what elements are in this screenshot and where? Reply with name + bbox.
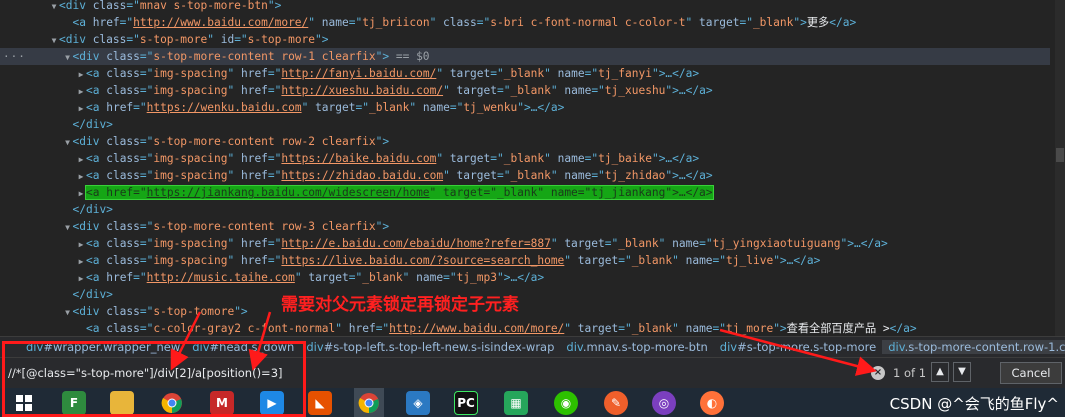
dom-node-line[interactable]: <a href="http://www.baidu.com/more/" nam… [0, 14, 1050, 31]
collapse-triangle-icon[interactable]: ▼ [49, 0, 59, 15]
breadcrumb-item[interactable]: div.mnav.s-top-more-btn [560, 340, 713, 354]
collapse-triangle-icon[interactable]: ▼ [49, 32, 59, 49]
chrome-active-icon[interactable] [354, 388, 384, 417]
dom-node-line[interactable]: ▶ <a class="img-spacing" href="http://xue… [0, 82, 1050, 99]
dom-node-line[interactable]: <a class="c-color-gray2 c-font-normal" h… [0, 320, 1050, 336]
expand-triangle-icon[interactable]: ▶ [76, 270, 86, 287]
next-match-button[interactable]: ▼ [953, 362, 971, 382]
app-purple-icon[interactable]: ◎ [652, 391, 676, 415]
collapse-triangle-icon[interactable]: ▼ [63, 49, 73, 66]
expand-triangle-icon[interactable]: ▶ [76, 168, 86, 185]
expand-triangle-icon[interactable]: ▶ [76, 83, 86, 100]
expand-triangle-icon[interactable]: ▶ [76, 185, 86, 202]
breadcrumb-item[interactable]: div#s-top-more.s-top-more [714, 340, 882, 354]
collapse-triangle-icon[interactable]: ▼ [63, 219, 73, 236]
annotation-text: 需要对父元素锁定再锁定子元素 [281, 295, 519, 315]
clear-search-icon[interactable]: × [871, 366, 885, 380]
app-green2-icon[interactable]: ▦ [504, 391, 528, 415]
dom-node-line[interactable]: ▼ <div class="s-top-more" id="s-top-more"… [0, 31, 1050, 48]
collapse-triangle-icon[interactable]: ▼ [63, 304, 73, 321]
expand-triangle-icon[interactable]: ▶ [76, 151, 86, 168]
dom-node-line[interactable]: </div> [0, 116, 1050, 133]
dom-node-line[interactable]: ··· ▼ <div class="s-top-more-content row-1… [0, 48, 1050, 65]
expand-triangle-icon[interactable]: ▶ [76, 66, 86, 83]
wechat-icon[interactable]: ◉ [554, 391, 578, 415]
dom-node-line[interactable]: </div> [0, 286, 1050, 303]
dom-node-line[interactable]: ▶ <a class="img-spacing" href="http://fan… [0, 65, 1050, 82]
dom-node-line[interactable]: ▶ <a href="http://music.taihe.com" target… [0, 269, 1050, 286]
breadcrumb-item[interactable]: div#s-top-left.s-top-left-new.s-isindex-… [300, 340, 560, 354]
dom-node-line[interactable]: ▶ <a href="https://jiankang.baidu.com/wid… [0, 184, 1050, 201]
more-actions-icon[interactable]: ··· [3, 48, 26, 65]
annotation-red-box [2, 341, 306, 417]
scroll-thumb[interactable] [1056, 148, 1064, 162]
chevron-up-icon: ▲ [936, 366, 944, 377]
breadcrumb-item[interactable]: div.s-top-more-content.row-1.clearfix [882, 340, 1065, 354]
expand-triangle-icon[interactable]: ▶ [76, 236, 86, 253]
app-pycharm-icon[interactable]: PC [454, 391, 478, 415]
match-count: 1 of 1 [893, 366, 927, 380]
dom-node-line[interactable]: ▶ <a href="https://wenku.baidu.com" targe… [0, 99, 1050, 116]
expand-triangle-icon[interactable]: ▶ [76, 100, 86, 117]
app-orange-icon[interactable]: ◣ [308, 391, 332, 415]
highlighted-match: <a href="https://jiankang.baidu.com/wide… [85, 185, 714, 200]
dom-node-line[interactable]: ▶ <a class="img-spacing" href="https://li… [0, 252, 1050, 269]
dom-node-line[interactable]: </div> [0, 201, 1050, 218]
previous-match-button[interactable]: ▲ [931, 362, 949, 382]
chevron-down-icon: ▼ [958, 366, 966, 377]
tree-scrollbar[interactable] [1055, 0, 1065, 336]
dom-node-line[interactable]: ▶ <a class="img-spacing" href="http://e.b… [0, 235, 1050, 252]
dom-node-line[interactable]: ▶ <a class="img-spacing" href="https://ba… [0, 150, 1050, 167]
dom-node-line[interactable]: ▼ <div class="s-top-tomore"> [0, 303, 1050, 320]
expand-triangle-icon[interactable]: ▶ [76, 253, 86, 270]
dom-node-line[interactable]: ▼ <div class="mnav s-top-more-btn"> [0, 0, 1050, 14]
dom-node-line[interactable]: ▶ <a class="img-spacing" href="https://zh… [0, 167, 1050, 184]
csdn-watermark: CSDN @^会飞的鱼Fly^ [889, 395, 1059, 413]
app-vscode-icon[interactable]: ◈ [406, 391, 430, 415]
elements-panel: ▼ <div class="mnav s-top-more-btn"> <a hre… [0, 0, 1065, 336]
dom-node-line[interactable]: ▼ <div class="s-top-more-content row-3 cl… [0, 218, 1050, 235]
app-feather-icon[interactable]: ✎ [604, 391, 628, 415]
cancel-button[interactable]: Cancel [1000, 362, 1062, 384]
collapse-triangle-icon[interactable]: ▼ [63, 134, 73, 151]
firefox-icon[interactable]: ◐ [700, 391, 724, 415]
dom-node-line[interactable]: ▼ <div class="s-top-more-content row-2 cl… [0, 133, 1050, 150]
